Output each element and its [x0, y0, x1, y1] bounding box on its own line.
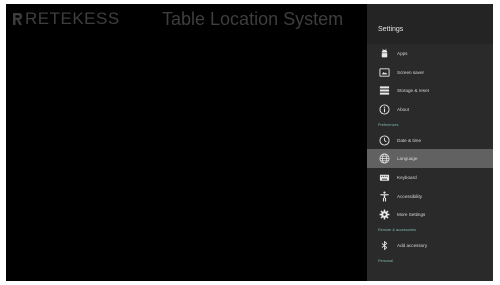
settings-item-keyboard[interactable]: Keyboard	[367, 168, 493, 187]
brand-logo: RETEKESS	[12, 7, 120, 31]
brand-name: RETEKESS	[25, 9, 120, 28]
settings-item-more-settings[interactable]: More Settings	[367, 206, 493, 225]
settings-item-apps[interactable]: Apps	[367, 44, 493, 63]
settings-item-storage[interactable]: Storage & reset	[367, 81, 493, 100]
settings-item-label: Storage & reset	[397, 88, 429, 94]
settings-item-label: Accessibility	[397, 193, 423, 199]
settings-item-date-time[interactable]: Date & time	[367, 131, 493, 150]
settings-item-label: Date & time	[397, 137, 421, 143]
section-remote-accessories: Remote & accessories	[378, 228, 416, 233]
settings-item-label: Add accessory	[397, 243, 428, 249]
settings-item-label: Keyboard	[397, 174, 417, 180]
gear-icon	[378, 208, 391, 221]
section-personal: Personal	[378, 258, 393, 263]
settings-item-accessibility[interactable]: Accessibility	[367, 187, 493, 206]
storage-icon	[378, 84, 391, 97]
bluetooth-icon	[378, 239, 391, 252]
info-icon	[378, 103, 391, 116]
settings-item-about[interactable]: About	[367, 100, 493, 119]
settings-item-label: About	[397, 106, 410, 112]
settings-item-label: More Settings	[397, 212, 426, 218]
settings-item-label: Language	[397, 156, 418, 162]
settings-item-label: Apps	[397, 50, 408, 56]
globe-icon	[378, 152, 391, 165]
keyboard-icon	[378, 171, 391, 184]
settings-panel: Settings Apps Screen saver Storage & res…	[367, 4, 493, 281]
settings-header: Settings	[367, 4, 493, 44]
system-title: Table Location System	[162, 9, 344, 29]
accessibility-icon	[378, 190, 391, 203]
android-icon	[378, 47, 391, 60]
settings-item-label: Screen saver	[397, 69, 425, 75]
settings-item-add-accessory[interactable]: Add accessory	[367, 236, 493, 255]
tv-screen: RETEKESS Table Location System Settings …	[6, 4, 493, 281]
clock-icon	[378, 134, 391, 147]
settings-item-language[interactable]: Language	[367, 149, 493, 169]
settings-list: Apps Screen saver Storage & reset About …	[367, 44, 493, 267]
section-preferences: Preferences	[378, 122, 399, 127]
screen-icon	[378, 66, 391, 79]
settings-item-screen-saver[interactable]: Screen saver	[367, 63, 493, 82]
settings-title: Settings	[378, 26, 404, 33]
retekess-logo-icon	[13, 13, 22, 25]
